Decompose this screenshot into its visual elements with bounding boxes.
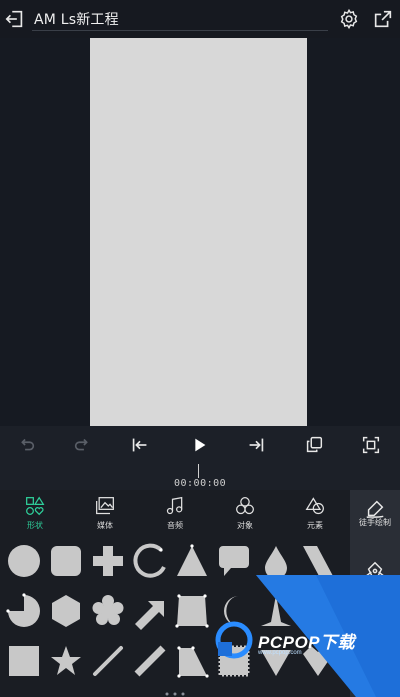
redo-icon[interactable] [72,434,94,456]
gear-icon[interactable] [338,8,360,30]
timeline[interactable]: 00:00:00 [0,464,400,490]
shape-speech-bubble[interactable] [215,542,253,580]
stage-area [0,38,400,426]
tab-objects[interactable]: 对象 [210,490,280,538]
sidebar-label: 徒手绘制 [359,518,391,527]
tab-audio[interactable]: 音频 [140,490,210,538]
title-underline [32,30,328,31]
shape-thick-line[interactable] [131,642,169,680]
page-indicator [165,692,185,696]
flower-shape-icon [92,595,124,625]
shape-rounded-square[interactable] [47,542,85,580]
rounded-square-shape-icon [51,546,81,576]
undo-icon[interactable] [15,434,37,456]
shape-line[interactable] [89,642,127,680]
skip-start-icon[interactable] [129,434,151,456]
tab-label: 音频 [167,521,183,530]
shape-square[interactable] [5,642,43,680]
tab-shapes[interactable]: 形状 [0,490,70,538]
music-icon [166,496,183,515]
shape-arrow[interactable] [131,592,169,630]
hexagon-shape-icon [52,595,80,627]
plus-shape-icon [93,546,123,576]
pie-shape-icon [6,593,40,627]
project-canvas[interactable] [90,38,307,426]
media-icon [96,497,114,515]
shapes-icon [26,496,45,516]
shape-pie[interactable] [5,592,43,630]
shape-flower[interactable] [89,592,127,630]
exit-icon[interactable] [4,8,26,30]
freehand-draw-button[interactable]: 徒手绘制 [350,490,400,550]
shape-trapezoid[interactable] [173,592,211,630]
project-title[interactable]: AM Ls新工程 [34,9,119,29]
arc-shape-icon [133,543,166,578]
shape-plus[interactable] [89,542,127,580]
library-tabs: 形状 媒体 音频 对象 元素 [0,490,350,538]
watermark-url: www.pcpop.com [258,650,302,656]
quad-shape-icon [177,646,209,678]
play-icon[interactable] [188,434,210,456]
fullscreen-icon[interactable] [360,434,382,456]
tab-label: 元素 [307,521,323,530]
skip-end-icon[interactable] [245,434,267,456]
shape-quad[interactable] [173,642,211,680]
time-readout: 00:00:00 [174,478,227,489]
shape-arc[interactable] [131,542,169,580]
shape-triangle[interactable] [173,542,211,580]
triangle-shape-icon [177,544,207,576]
copy-icon[interactable] [303,434,325,456]
tab-media[interactable]: 媒体 [70,490,140,538]
shape-circle[interactable] [5,542,43,580]
line-shape-icon [93,646,123,676]
shape-hexagon[interactable] [47,592,85,630]
circle-shape-icon [8,545,40,577]
playback-bar [0,426,400,464]
elements-icon [305,497,324,515]
square-shape-icon [9,646,39,676]
tab-label: 媒体 [97,521,113,530]
shape-star[interactable] [47,642,85,680]
tab-elements[interactable]: 元素 [280,490,350,538]
speech-bubble-shape-icon [219,546,249,576]
thick-line-shape-icon [134,645,166,677]
header-bar: AM Ls新工程 [0,0,400,38]
trapezoid-shape-icon [175,594,209,628]
pcpop-logo-icon [215,621,253,659]
arrow-shape-icon [135,601,164,630]
tab-label: 形状 [27,521,43,530]
star-shape-icon [51,646,81,675]
playhead[interactable] [198,464,199,478]
share-external-icon[interactable] [372,8,394,30]
objects-icon [236,497,254,515]
tab-label: 对象 [237,521,253,530]
